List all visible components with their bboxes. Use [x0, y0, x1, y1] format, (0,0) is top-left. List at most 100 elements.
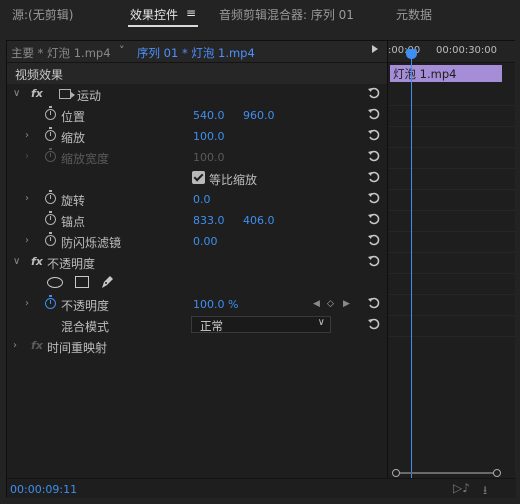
sequence-clip-label[interactable]: 序列 01 * 灯泡 1.mp4: [137, 45, 255, 61]
uniform-scale-checkbox[interactable]: [192, 171, 205, 184]
effect-name-time-remap: 时间重映射: [47, 341, 108, 355]
rotation-value[interactable]: 0.0: [193, 193, 211, 206]
twirl-expanded-icon[interactable]: ∨: [13, 256, 20, 267]
property-blend-mode-row: 混合模式 正常 ∨: [7, 315, 387, 336]
panel-footer: 00:00:09:11 ▷♪ ⭳: [7, 478, 516, 498]
property-label-scale: 缩放: [61, 131, 86, 145]
tab-source[interactable]: 源:(无剪辑): [12, 6, 73, 23]
gridline: [388, 147, 515, 148]
scale-width-value: 100.0: [193, 151, 225, 164]
property-scale-row: › 缩放 100.0: [7, 126, 387, 147]
add-keyframe-icon[interactable]: ◇: [327, 299, 334, 309]
effect-timeline-pane[interactable]: :00:00 00:00:30:00 灯泡 1.mp4: [388, 41, 515, 478]
ellipse-mask-icon[interactable]: [47, 277, 63, 288]
reset-icon[interactable]: [367, 86, 381, 100]
twirl-collapsed-icon[interactable]: ›: [25, 235, 29, 246]
reset-icon[interactable]: [367, 254, 381, 268]
stopwatch-active-icon[interactable]: [45, 295, 56, 309]
blend-mode-selected-value: 正常: [200, 319, 223, 333]
property-opacity-row: › 不透明度 100.0 % ◀ ◇ ▶: [7, 294, 387, 315]
mask-tools-row: [7, 273, 387, 294]
stopwatch-icon: [45, 148, 56, 162]
effect-motion-row[interactable]: ∨ fx 运动: [7, 84, 387, 105]
anchor-y-value[interactable]: 406.0: [243, 214, 275, 227]
stopwatch-icon[interactable]: [45, 232, 56, 246]
anchor-x-value[interactable]: 833.0: [193, 214, 225, 227]
active-tab-indicator: [128, 25, 198, 27]
clip-header: 主要 * 灯泡 1.mp4 ˅ 序列 01 * 灯泡 1.mp4: [7, 41, 387, 63]
next-keyframe-icon[interactable]: ▶: [343, 299, 350, 309]
twirl-collapsed-icon[interactable]: ›: [25, 193, 29, 204]
ruler-end-time: 00:00:30:00: [436, 45, 498, 56]
zoom-handle-right[interactable]: [493, 469, 501, 477]
gridline: [388, 294, 515, 295]
gridline: [388, 189, 515, 190]
export-icon[interactable]: ⭳: [483, 481, 487, 502]
stopwatch-icon[interactable]: [45, 127, 56, 141]
playhead-handle[interactable]: [406, 49, 417, 59]
zoom-handle-left[interactable]: [392, 469, 400, 477]
zoom-scrollbar-track[interactable]: [396, 472, 497, 474]
transform-handle-icon[interactable]: [59, 89, 75, 99]
scale-value[interactable]: 100.0: [193, 130, 225, 143]
pen-mask-icon[interactable]: [99, 274, 115, 290]
rectangle-mask-icon[interactable]: [75, 276, 89, 288]
gridline: [388, 105, 515, 106]
gridline: [388, 273, 515, 274]
reset-icon[interactable]: [367, 170, 381, 184]
gridline: [388, 315, 515, 316]
playhead-line[interactable]: [411, 53, 412, 478]
tab-audio-clip-mixer[interactable]: 音频剪辑混合器: 序列 01: [219, 6, 354, 23]
effect-time-remap-row[interactable]: › fx 时间重映射: [7, 336, 387, 357]
reset-icon[interactable]: [367, 212, 381, 226]
position-y-value[interactable]: 960.0: [243, 109, 275, 122]
opacity-value[interactable]: 100.0 %: [193, 298, 238, 311]
property-label-opacity: 不透明度: [61, 299, 110, 313]
gridline: [388, 126, 515, 127]
fx-toggle-icon[interactable]: fx: [31, 87, 43, 100]
fx-toggle-icon[interactable]: fx: [31, 255, 43, 268]
tab-metadata[interactable]: 元数据: [396, 6, 432, 23]
property-rotation-row: › 旋转 0.0: [7, 189, 387, 210]
reset-icon[interactable]: [367, 128, 381, 142]
gridline: [388, 168, 515, 169]
gridline: [388, 252, 515, 253]
reset-icon[interactable]: [367, 107, 381, 121]
stopwatch-icon[interactable]: [45, 211, 56, 225]
chevron-down-icon[interactable]: ˅: [119, 44, 125, 57]
reset-icon[interactable]: [367, 296, 381, 310]
effect-opacity-row[interactable]: ∨ fx 不透明度: [7, 252, 387, 273]
reset-icon[interactable]: [367, 149, 381, 163]
effect-properties-list: 视频效果 ∨ fx 运动 位置 540.0 960.0 › 缩放 100.0 ›: [7, 63, 387, 478]
effect-name-opacity: 不透明度: [47, 257, 96, 271]
stopwatch-icon[interactable]: [45, 190, 56, 204]
chevron-down-icon: ∨: [317, 317, 325, 328]
twirl-expanded-icon[interactable]: ∨: [13, 88, 20, 99]
zoom-scrollbar[interactable]: [392, 469, 509, 477]
show-timeline-toggle-icon[interactable]: [372, 45, 378, 53]
current-timecode[interactable]: 00:00:09:11: [10, 483, 77, 496]
twirl-collapsed-icon[interactable]: ›: [25, 298, 29, 309]
blend-mode-select[interactable]: 正常 ∨: [191, 316, 331, 333]
property-label-blend-mode: 混合模式: [61, 320, 110, 334]
property-label-scale-width: 缩放宽度: [61, 152, 110, 166]
uniform-scale-row: 等比缩放: [7, 168, 387, 189]
twirl-collapsed-icon[interactable]: ›: [13, 340, 17, 351]
property-anchor-row: 锚点 833.0 406.0: [7, 210, 387, 231]
twirl-collapsed-icon[interactable]: ›: [25, 130, 29, 141]
panel-menu-icon[interactable]: ≡: [186, 6, 196, 20]
reset-icon[interactable]: [367, 317, 381, 331]
stopwatch-icon[interactable]: [45, 106, 56, 120]
timeline-clip[interactable]: 灯泡 1.mp4: [390, 65, 502, 82]
anti-flicker-value[interactable]: 0.00: [193, 235, 218, 248]
twirl-collapsed-icon: ›: [25, 151, 29, 162]
panel-tab-bar: 源:(无剪辑) 效果控件 ≡ 音频剪辑混合器: 序列 01 元数据: [0, 0, 520, 30]
play-audio-icon[interactable]: ▷♪: [453, 481, 470, 495]
source-clip-label[interactable]: 主要 * 灯泡 1.mp4: [11, 45, 111, 61]
reset-icon[interactable]: [367, 233, 381, 247]
gridline: [388, 210, 515, 211]
tab-effect-controls[interactable]: 效果控件: [130, 6, 178, 23]
previous-keyframe-icon[interactable]: ◀: [313, 299, 320, 309]
reset-icon[interactable]: [367, 191, 381, 205]
position-x-value[interactable]: 540.0: [193, 109, 225, 122]
